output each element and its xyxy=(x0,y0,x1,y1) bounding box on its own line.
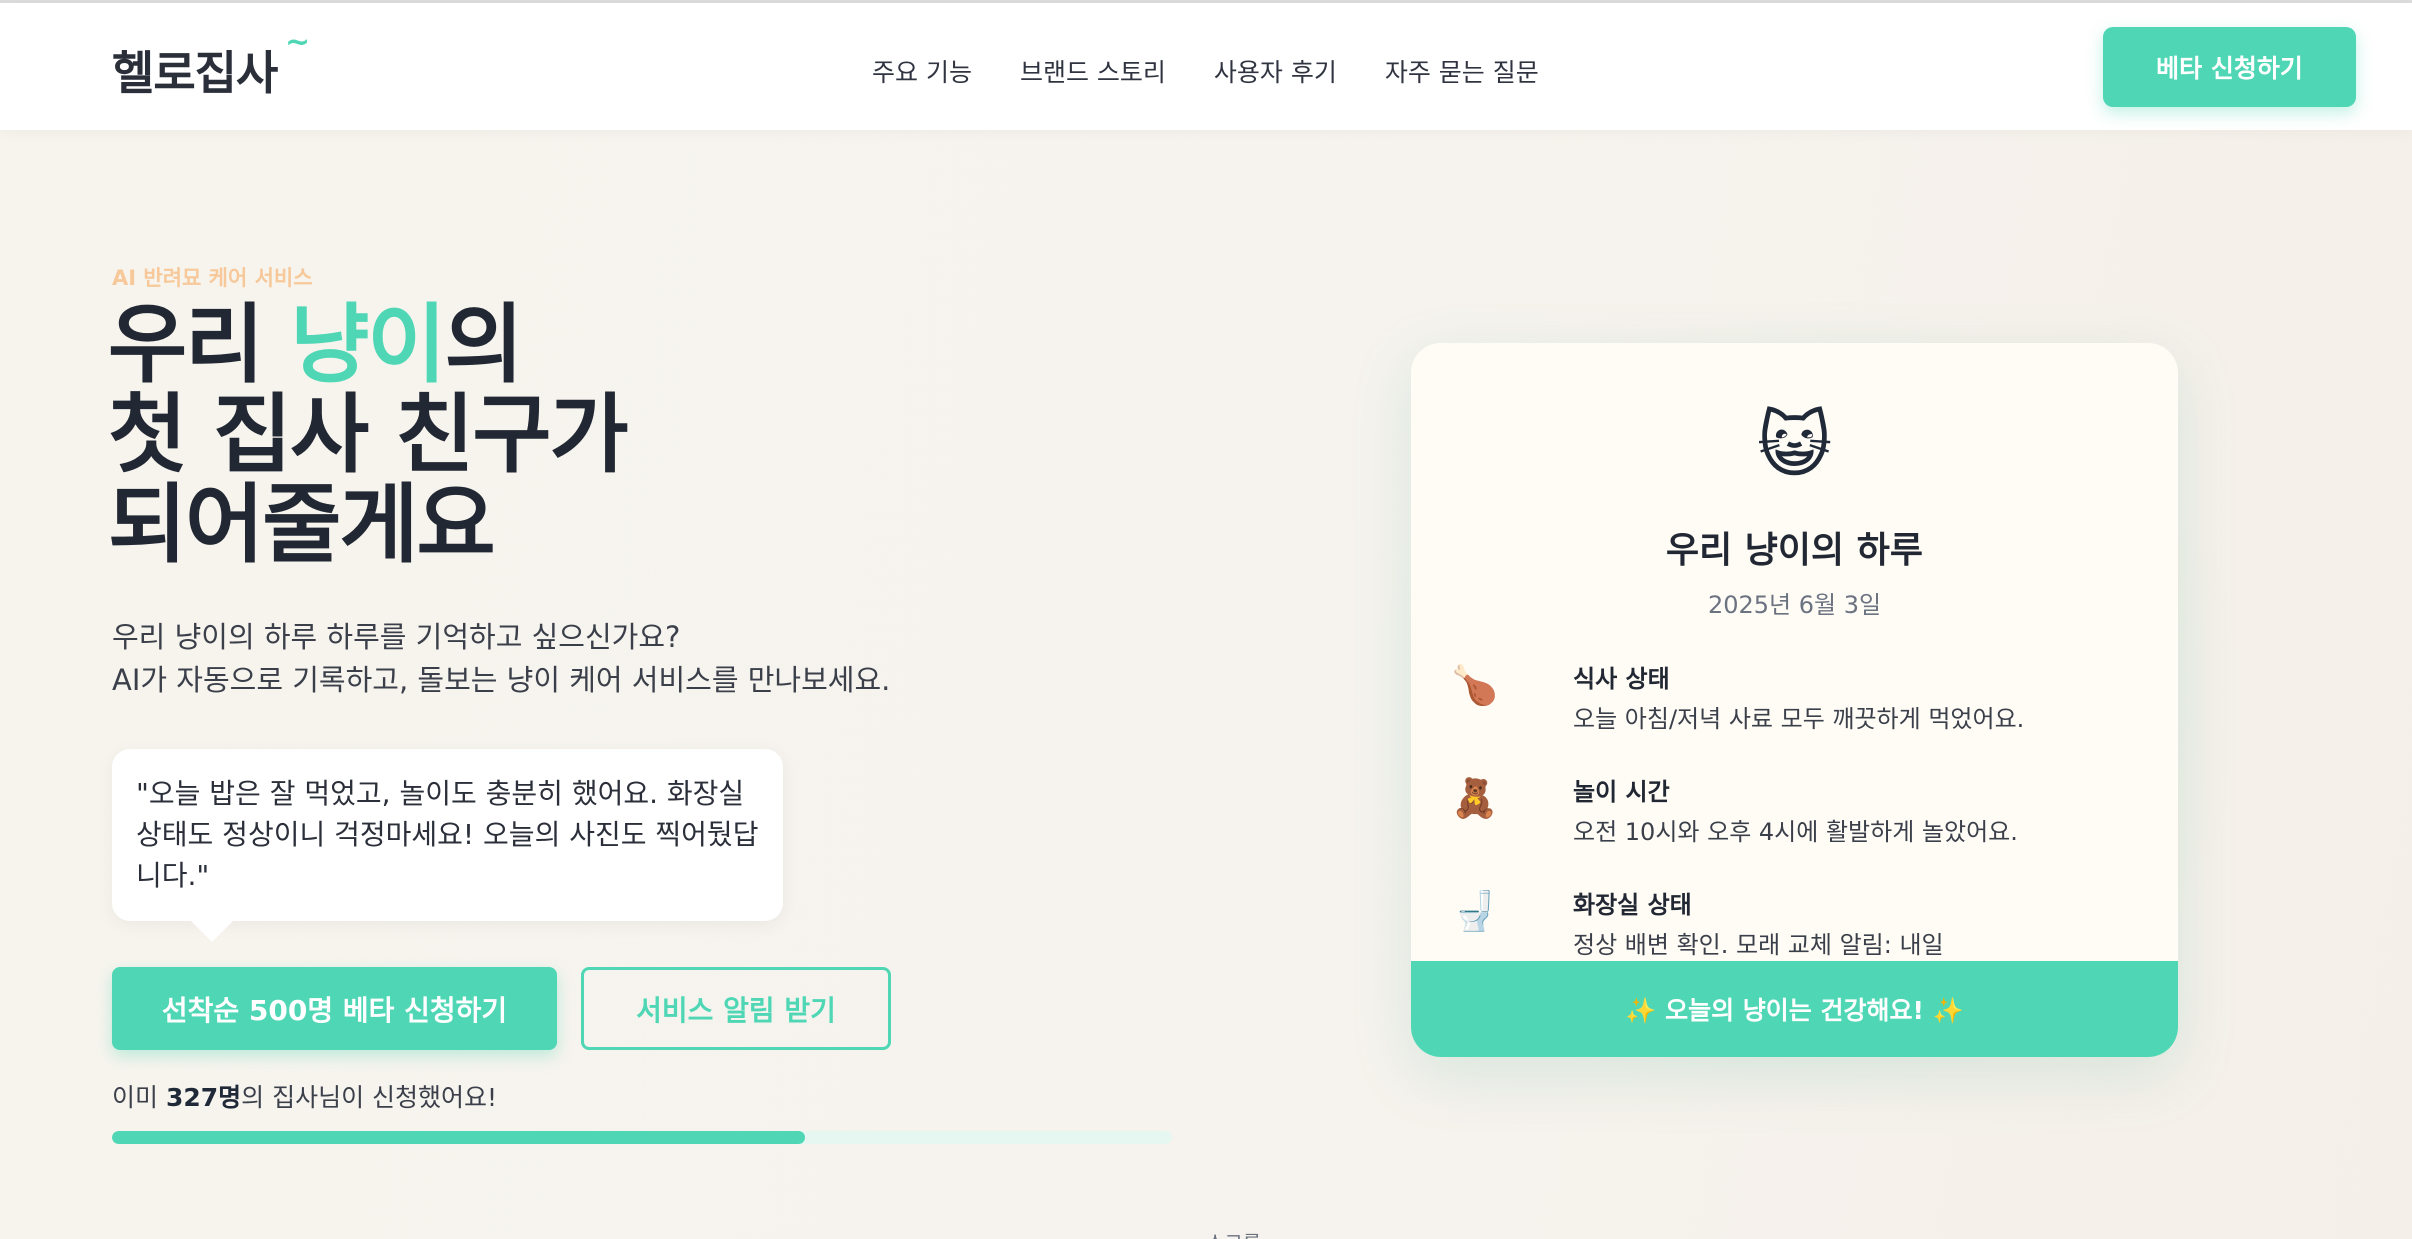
hero-title-line2: 첫 집사 친구가 xyxy=(108,385,629,485)
food-icon: 🍗 xyxy=(1451,663,1499,707)
applied-post: 의 집사님이 신청했어요! xyxy=(241,1083,498,1112)
card-date: 2025년 6월 3일 xyxy=(1707,591,1882,619)
beta-signup-button[interactable]: 선착순 500명 베타 신청하기 xyxy=(112,967,557,1050)
nav-item-brand-story[interactable]: 브랜드 스토리 xyxy=(1020,53,1166,89)
hero-title-line1-pre: 우리 xyxy=(108,295,291,395)
card-item-title: 식사 상태 xyxy=(1573,665,1670,693)
nav-item-features[interactable]: 주요 기능 xyxy=(872,53,972,89)
logo-tilde-mark: ~ xyxy=(285,25,311,60)
card-health-footer: ✨ 오늘의 냥이는 건강해요! ✨ xyxy=(1411,961,2178,1057)
site-header: 헬로집사 ~ 주요 기능 브랜드 스토리 사용자 후기 자주 묻는 질문 베타 … xyxy=(0,3,2412,130)
hero-subtitle-line1: 우리 냥이의 하루 하루를 기억하고 싶으신가요? xyxy=(112,620,681,654)
toy-icon: 🧸 xyxy=(1451,776,1499,820)
hero-subtitle: 우리 냥이의 하루 하루를 기억하고 싶으신가요? AI가 자동으로 기록하고,… xyxy=(112,616,890,702)
toilet-icon: 🚽 xyxy=(1451,889,1499,933)
scroll-hint: 스크롤 xyxy=(1206,1227,1261,1239)
hero-title-accent: 냥이 xyxy=(290,295,446,395)
signup-progress-bar xyxy=(112,1131,1172,1144)
logo[interactable]: 헬로집사 xyxy=(112,37,278,103)
hero-subtitle-line2: AI가 자동으로 기록하고, 돌보는 냥이 케어 서비스를 만나보세요. xyxy=(112,663,891,697)
card-item-desc: 오늘 아침/저녁 사료 모두 깨끗하게 먹었어요. xyxy=(1573,705,2025,733)
card-item-title: 놀이 시간 xyxy=(1573,778,1670,806)
service-notify-button[interactable]: 서비스 알림 받기 xyxy=(581,967,891,1050)
nav-item-reviews[interactable]: 사용자 후기 xyxy=(1214,53,1337,89)
hero-title-line1-post: 의 xyxy=(444,295,523,395)
quote-bubble-tail xyxy=(190,920,234,942)
card-item-title: 화장실 상태 xyxy=(1573,891,1692,919)
card-item-desc: 정상 배변 확인. 모래 교체 알림: 내일 xyxy=(1573,931,1944,959)
cat-face-icon: 😺 xyxy=(1756,403,1833,487)
hero-eyebrow: AI 반려묘 케어 서비스 xyxy=(112,266,313,290)
hero-title-line3: 되어줄게요 xyxy=(108,475,496,575)
card-title: 우리 냥이의 하루 xyxy=(1666,530,1923,571)
main-nav: 주요 기능 브랜드 스토리 사용자 후기 자주 묻는 질문 xyxy=(872,53,1539,89)
card-item-desc: 오전 10시와 오후 4시에 활발하게 놀았어요. xyxy=(1573,818,2018,846)
header-beta-signup-button[interactable]: 베타 신청하기 xyxy=(2103,27,2356,107)
daily-report-card: 😺 우리 냥이의 하루 2025년 6월 3일 🍗 식사 상태 오늘 아침/저녁… xyxy=(1411,343,2178,1057)
nav-item-faq[interactable]: 자주 묻는 질문 xyxy=(1385,53,1539,89)
quote-bubble: "오늘 밥은 잘 먹었고, 놀이도 충분히 했어요. 화장실 상태도 정상이니 … xyxy=(112,749,783,921)
applied-count-text: 이미 327명의 집사님이 신청했어요! xyxy=(112,1078,497,1114)
applied-count: 327명 xyxy=(165,1083,242,1112)
hero-title: 우리 냥이의 첫 집사 친구가 되어줄게요 xyxy=(108,300,629,570)
applied-pre: 이미 xyxy=(112,1083,166,1112)
signup-progress-fill xyxy=(112,1131,806,1144)
